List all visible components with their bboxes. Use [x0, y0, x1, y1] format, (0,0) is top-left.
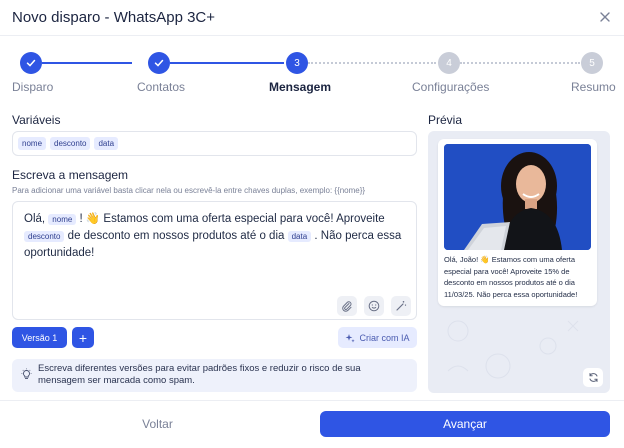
stepper: 3 4 5 Disparo Contatos Mensagem Configur…	[0, 44, 624, 100]
magic-wand-icon[interactable]	[391, 296, 411, 316]
create-with-ai-label: Criar com IA	[359, 332, 410, 343]
variable-chip-nome[interactable]: nome	[18, 137, 47, 150]
variable-chip-data[interactable]: data	[94, 137, 119, 150]
variables-label: Variáveis	[12, 113, 61, 127]
preview-label: Prévia	[428, 113, 463, 127]
sparkle-icon	[346, 333, 356, 342]
footer-divider	[0, 400, 624, 401]
close-icon[interactable]	[596, 8, 614, 26]
tip-banner: Escreva diferentes versões para evitar p…	[12, 359, 417, 392]
add-version-button[interactable]: +	[72, 327, 94, 348]
step-connector	[170, 62, 284, 64]
dialog-title: Novo disparo - WhatsApp 3C+	[12, 9, 216, 26]
woman-with-laptop-photo	[444, 144, 591, 250]
message-text-part: Olá,	[24, 213, 46, 225]
next-button[interactable]: Avançar	[320, 411, 610, 437]
preview-message-text: Olá, João! 👋 Estamos com uma oferta espe…	[444, 255, 578, 299]
step-label-configuracoes: Configurações	[412, 80, 490, 94]
editor-hint: Para adicionar uma variável basta clicar…	[12, 186, 366, 195]
message-text-part: de desconto em nossos produtos até o dia	[67, 230, 285, 242]
message-variable-desconto[interactable]: desconto	[24, 231, 65, 242]
step-label-contatos: Contatos	[137, 80, 186, 94]
preview-image	[444, 144, 591, 250]
step-5-circle[interactable]: 5	[581, 52, 603, 74]
lightbulb-icon	[21, 368, 32, 379]
step-1-check-icon[interactable]	[20, 52, 42, 74]
step-4-circle[interactable]: 4	[438, 52, 460, 74]
step-label-resumo: Resumo	[571, 80, 616, 94]
step-3-circle[interactable]: 3	[286, 52, 308, 74]
message-text[interactable]: Olá, nome ! 👋 Estamos com uma oferta esp…	[24, 211, 414, 262]
create-with-ai-button[interactable]: Criar com IA	[338, 327, 417, 348]
paperclip-icon[interactable]	[337, 296, 357, 316]
message-editor[interactable]: Olá, nome ! 👋 Estamos com uma oferta esp…	[12, 201, 417, 320]
tip-text: Escreva diferentes versões para evitar p…	[38, 363, 361, 386]
step-2-check-icon[interactable]	[148, 52, 170, 74]
editor-label: Escreva a mensagem	[12, 168, 129, 182]
message-variable-data[interactable]: data	[287, 231, 312, 242]
emoji-icon[interactable]	[364, 296, 384, 316]
back-button[interactable]: Voltar	[100, 411, 215, 437]
dialog-header: Novo disparo - WhatsApp 3C+	[0, 0, 624, 36]
step-label-mensagem: Mensagem	[269, 80, 332, 94]
version-1-button[interactable]: Versão 1	[12, 327, 67, 348]
step-label-disparo: Disparo	[12, 80, 54, 94]
variable-chip-desconto[interactable]: desconto	[50, 137, 91, 150]
preview-message-bubble: Olá, João! 👋 Estamos com uma oferta espe…	[438, 139, 597, 306]
refresh-icon[interactable]	[583, 368, 603, 387]
preview-panel: Olá, João! 👋 Estamos com uma oferta espe…	[428, 131, 610, 393]
step-connector	[42, 62, 132, 64]
step-connector	[308, 62, 436, 64]
message-text-part: ! 👋 Estamos com uma oferta especial para…	[79, 213, 385, 225]
message-variable-nome[interactable]: nome	[48, 214, 77, 225]
variables-box: nome desconto data	[12, 131, 417, 156]
step-connector	[460, 62, 580, 64]
